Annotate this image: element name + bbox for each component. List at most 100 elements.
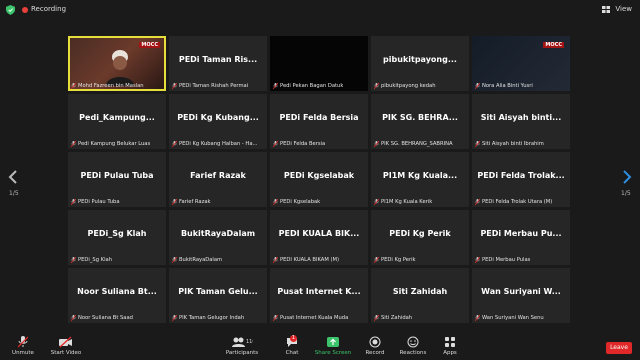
person-video-icon [106,50,134,86]
page-indicator-left: 1/5 [9,190,19,197]
participant-display-name: PEDi Felda Trolak... [477,171,565,180]
muted-mic-icon [475,141,480,147]
share-screen-button[interactable]: Share Screen [314,336,352,356]
next-page-icon[interactable] [622,170,632,184]
participant-display-name: PEDI KUALA BIK... [278,229,360,238]
participant-tile[interactable]: Pedi Pekan Bagan Datuk [270,36,368,91]
channel-logo: MOCC [139,42,160,48]
participant-tile[interactable]: PEDI KUALA BIK... PEDI KUALA BIKAM (M) [270,210,368,265]
participant-name-label: PEDi Kg Kubang Halban - Ha... [172,141,257,147]
participant-tile[interactable]: BukitRayaDalam BukitRayaDalam [169,210,267,265]
participant-tile[interactable]: MOCC Mohd Fazreen bin Maslan [68,36,166,91]
muted-mic-icon [475,199,480,205]
muted-mic-icon [172,141,177,147]
participant-display-name: Noor Suliana Bt... [77,287,157,296]
participant-tile[interactable]: PEDi Kg Perik PEDi Kg Perik [371,210,469,265]
record-button[interactable]: Record [362,336,388,356]
share-screen-label: Share Screen [314,350,352,356]
participant-name-label: BukitRayaDalam [172,257,222,263]
muted-mic-icon [71,199,76,205]
participant-display-name: pibukitpayong... [383,55,457,64]
participant-tile[interactable]: PEDi Pulau Tuba PEDi Pulau Tuba [68,152,166,207]
record-icon [369,336,381,348]
participant-name-label: PEDi_Sg Klah [71,257,112,263]
shield-icon[interactable] [6,5,15,15]
participant-tile[interactable]: Noor Suliana Bt... Noor Suliana Bt Saad [68,268,166,323]
participant-tile[interactable]: Wan Suriyani W... Wan Suriyani Wan Senu [472,268,570,323]
participants-button[interactable]: 110 Participants [224,336,260,356]
participant-tile[interactable]: Pusat Internet K... Pusat Internet Kuala … [270,268,368,323]
participant-name-label: Wan Suriyani Wan Senu [475,315,544,321]
participant-tile[interactable]: PEDi Felda Trolak... PEDi Felda Trolak Ut… [472,152,570,207]
participant-tile[interactable]: PEDi Taman Ris... PEDi Taman Rishah Perma… [169,36,267,91]
participant-tile[interactable]: PIK SG. BEHRA... PIK SG. BEHRANG_SABRINA [371,94,469,149]
muted-mic-icon [273,315,278,321]
muted-mic-icon [71,257,76,263]
unmute-button[interactable]: Unmute [8,336,38,356]
participant-name-label: PEDI KUALA BIKAM (M) [273,257,339,263]
participant-tile[interactable]: Siti Zahidah Siti Zahidah [371,268,469,323]
page-indicator-right: 1/5 [621,190,631,197]
reactions-label: Reactions [399,350,427,356]
participant-tile[interactable]: PEDi Kgselabak PEDi Kgselabak [270,152,368,207]
participant-display-name: PEDi_Sg Klah [87,229,147,238]
participant-tile[interactable]: Siti Aisyah binti... Siti Aisyah binti Ib… [472,94,570,149]
emoji-icon [407,336,419,348]
chat-label: Chat [285,350,299,356]
participant-name-label: Siti Aisyah binti Ibrahim [475,141,544,147]
participant-tile[interactable]: PI1M Kg Kuala... PI1M Kg Kuala Kerik [371,152,469,207]
grid-view-icon[interactable] [602,6,610,13]
muted-mic-icon [71,315,76,321]
apps-icon [445,337,455,347]
participant-name-label: PEDi Taman Rishah Permai [172,83,248,89]
view-button[interactable]: View [615,5,632,13]
participant-display-name: PEDi Felda Bersia [279,113,359,122]
video-off-icon [59,336,72,348]
participant-display-name: PEDi Kg Perik [389,229,451,238]
muted-mic-icon [475,83,480,89]
participant-name-label: Nora Alia Binti Yusri [475,83,533,89]
participant-tile[interactable]: PIK Taman Gelu... PIK Taman Gelugor Indah [169,268,267,323]
participant-display-name: Siti Aisyah binti... [480,113,562,122]
participant-tile[interactable]: PEDi Felda Bersia PEDi Felda Bersia [270,94,368,149]
participant-display-name: Pedi_Kampung... [79,113,155,122]
participant-tile[interactable]: PEDi Kg Kubang... PEDi Kg Kubang Halban -… [169,94,267,149]
participant-tile[interactable]: pibukitpayong... pibukitpayong kedah [371,36,469,91]
recording-dot-icon [22,7,28,13]
apps-label: Apps [443,350,457,356]
muted-mic-icon [475,257,480,263]
start-video-label: Start Video [50,350,82,356]
participant-tile[interactable]: Farief Razak Farief Razak [169,152,267,207]
leave-button[interactable]: Leave [606,342,632,354]
participant-display-name: BukitRayaDalam [180,229,256,238]
reactions-button[interactable]: Reactions [398,336,428,356]
participant-tile[interactable]: MOCC Nora Alia Binti Yusri [472,36,570,91]
participant-name-label: Pedi Pekan Bagan Datuk [273,83,343,89]
participant-name-label: Noor Suliana Bt Saad [71,315,133,321]
participant-display-name: PEDi Pulau Tuba [80,171,154,180]
recording-label[interactable]: Recording [31,5,66,13]
share-screen-icon [327,337,339,347]
previous-page-icon[interactable] [8,170,18,184]
participant-name-label: PEDi Kg Perik [374,257,416,263]
muted-mic-icon [374,83,379,89]
participant-display-name: Pusat Internet K... [277,287,361,296]
muted-mic-icon [71,83,76,89]
muted-mic-icon [273,83,278,89]
participant-tile[interactable]: Pedi_Kampung... Pedi Kampung Belukar Luas [68,94,166,149]
participant-name-label: Pusat Internet Kuala Muda [273,315,348,321]
participant-name-label: pibukitpayong kedah [374,83,436,89]
muted-mic-icon [172,257,177,263]
participant-tile[interactable]: PEDi_Sg Klah PEDi_Sg Klah [68,210,166,265]
chat-button[interactable]: 1 Chat [280,335,304,356]
participant-name-label: Pedi Kampung Belukar Luas [71,141,150,147]
start-video-button[interactable]: Start Video [48,336,84,356]
apps-button[interactable]: Apps [438,336,462,356]
participant-name-label: Farief Razak [172,199,211,205]
participant-grid: MOCC Mohd Fazreen bin Maslan PEDi Taman Ri… [68,36,571,323]
muted-mic-icon [172,315,177,321]
participant-tile[interactable]: PEDi Merbau Pu... PEDi Merbau Pulas [472,210,570,265]
participant-name-label: PIK SG. BEHRANG_SABRINA [374,141,453,147]
muted-mic-icon [374,257,379,263]
participant-name-label: PI1M Kg Kuala Kerik [374,199,432,205]
